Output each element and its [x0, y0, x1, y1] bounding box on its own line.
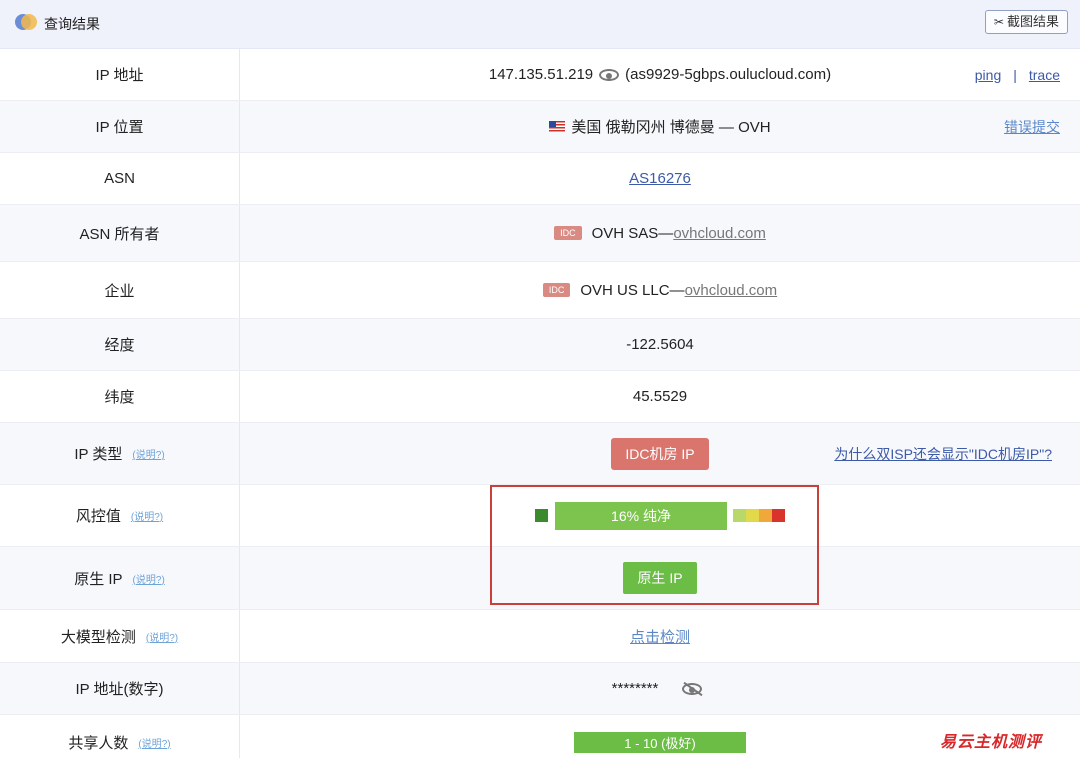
dual-isp-question-link[interactable]: 为什么双ISP还会显示"IDC机房IP"?	[834, 444, 1052, 464]
hostname-value: (as9929-5gbps.oulucloud.com)	[625, 66, 832, 83]
location-actions: 错误提交	[1004, 101, 1060, 152]
native-ip-badge: 原生 IP	[623, 562, 697, 594]
risk-meter: 16% 纯净	[535, 501, 785, 530]
row-value: AS16276	[240, 153, 1080, 204]
asn-owner-domain-link[interactable]: ovhcloud.com	[673, 225, 766, 242]
screenshot-button[interactable]: ✂ 截图结果	[984, 10, 1068, 34]
eye-icon[interactable]	[599, 68, 620, 81]
ping-link[interactable]: ping	[975, 67, 1001, 83]
llm-check-link[interactable]: 点击检测	[630, 626, 690, 647]
row-label: ASN	[0, 153, 240, 204]
row-label: 原生 IP (说明?)	[0, 547, 240, 609]
row-ip-numeric: IP 地址(数字) ********	[0, 663, 1080, 715]
us-flag-icon	[549, 121, 566, 132]
row-label-text: 大模型检测	[60, 628, 136, 646]
ip-numeric-value: ********	[611, 680, 659, 697]
idc-tag: IDC	[542, 283, 571, 297]
help-link[interactable]: (说明?)	[132, 446, 164, 461]
row-value: IDC OVH US LLC— ovhcloud.com	[240, 262, 1080, 318]
row-ip-location: IP 位置 美国 俄勒冈州 博德曼 — OVH 错误提交	[0, 101, 1080, 153]
risk-scale-segment	[772, 509, 785, 522]
risk-indicator	[535, 509, 548, 522]
row-value: 原生 IP	[240, 547, 1080, 609]
ip-actions: ping | trace	[975, 49, 1060, 100]
result-table: IP 地址 147.135.51.219 (as9929-5gbps.ouluc…	[0, 49, 1080, 758]
row-label: IP 地址	[0, 49, 240, 100]
row-value: ********	[240, 663, 1080, 714]
longitude-value: -122.5604	[626, 336, 694, 353]
risk-score-bar: 16% 纯净	[555, 501, 727, 530]
row-asn: ASN AS16276	[0, 153, 1080, 205]
location-value: 美国 俄勒冈州 博德曼 — OVH	[571, 119, 771, 136]
query-result-page: 查询结果 ✂ 截图结果 IP 地址 147.135.51.219 (as9929…	[0, 0, 1080, 758]
asn-link[interactable]: AS16276	[629, 170, 691, 187]
ip-type-actions: 为什么双ISP还会显示"IDC机房IP"?	[834, 423, 1052, 484]
result-header: 查询结果 ✂ 截图结果	[0, 0, 1080, 49]
row-label-text: 原生 IP	[74, 570, 123, 588]
help-link[interactable]: (说明?)	[133, 571, 165, 586]
row-latitude: 纬度 45.5529	[0, 371, 1080, 423]
logo-icon	[15, 14, 37, 30]
row-label: 纬度	[0, 371, 240, 422]
company-name: OVH US LLC—	[580, 281, 685, 299]
asn-owner-name: OVH SAS—	[591, 224, 674, 242]
row-value: 点击检测	[240, 610, 1080, 662]
risk-scale-segment	[759, 509, 772, 522]
row-label: 共享人数 (说明?)	[0, 715, 240, 758]
row-ip-address: IP 地址 147.135.51.219 (as9929-5gbps.ouluc…	[0, 49, 1080, 101]
report-error-link[interactable]: 错误提交	[1004, 117, 1060, 137]
row-label: IP 类型 (说明?)	[0, 423, 240, 484]
row-asn-owner: ASN 所有者 IDC OVH SAS— ovhcloud.com	[0, 205, 1080, 262]
row-label: ASN 所有者	[0, 205, 240, 261]
eye-off-icon[interactable]	[682, 682, 703, 695]
row-label: IP 位置	[0, 101, 240, 152]
idc-ip-badge: IDC机房 IP	[611, 437, 709, 470]
shared-users-bar: 1 - 10 (极好)	[574, 731, 746, 753]
row-label: 风控值 (说明?)	[0, 485, 240, 546]
latitude-value: 45.5529	[632, 388, 688, 405]
help-link[interactable]: (说明?)	[146, 629, 178, 644]
row-value: IDC OVH SAS— ovhcloud.com	[240, 205, 1080, 261]
scissors-icon: ✂	[993, 15, 1004, 29]
help-link[interactable]: (说明?)	[138, 735, 170, 750]
row-ip-type: IP 类型 (说明?) IDC机房 IP 为什么双ISP还会显示"IDC机房IP…	[0, 423, 1080, 485]
row-label-text: IP 类型	[74, 446, 123, 463]
row-label-text: 共享人数	[68, 734, 129, 752]
row-label: 经度	[0, 319, 240, 370]
row-value: 147.135.51.219 (as9929-5gbps.oulucloud.c…	[240, 49, 1080, 100]
row-label: 大模型检测 (说明?)	[0, 610, 240, 662]
row-value: 16% 纯净	[240, 485, 1080, 546]
page-title: 查询结果	[44, 16, 100, 32]
row-native-ip: 原生 IP (说明?) 原生 IP	[0, 547, 1080, 610]
row-risk-score: 风控值 (说明?) 16% 纯净	[0, 485, 1080, 547]
separator: |	[1013, 66, 1017, 83]
row-company: 企业 IDC OVH US LLC— ovhcloud.com	[0, 262, 1080, 319]
risk-scale	[733, 509, 785, 522]
risk-scale-segment	[733, 509, 746, 522]
trace-link[interactable]: trace	[1029, 67, 1060, 83]
row-label: IP 地址(数字)	[0, 663, 240, 714]
row-llm-check: 大模型检测 (说明?) 点击检测	[0, 610, 1080, 663]
row-value: 美国 俄勒冈州 博德曼 — OVH	[240, 101, 1080, 152]
idc-tag: IDC	[554, 226, 582, 240]
row-label-text: 风控值	[75, 508, 121, 525]
row-longitude: 经度 -122.5604	[0, 319, 1080, 371]
risk-scale-segment	[746, 509, 759, 522]
row-shared-users: 共享人数 (说明?) 1 - 10 (极好)	[0, 715, 1080, 758]
ip-address-value: 147.135.51.219	[488, 66, 594, 83]
screenshot-button-label: 截图结果	[1006, 14, 1059, 29]
company-domain-link[interactable]: ovhcloud.com	[685, 282, 778, 299]
watermark: 易云主机测评	[940, 732, 1043, 751]
row-label: 企业	[0, 262, 240, 318]
help-link[interactable]: (说明?)	[131, 508, 163, 523]
